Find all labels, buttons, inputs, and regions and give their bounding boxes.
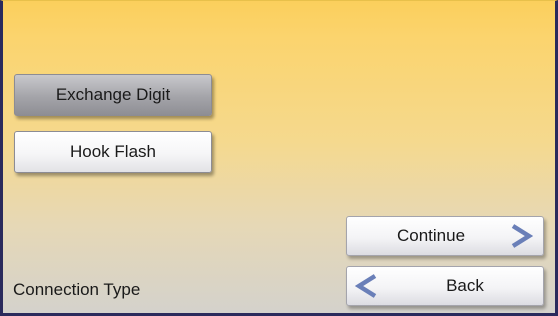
exchange-digit-label: Exchange Digit bbox=[55, 85, 171, 104]
back-label: Back bbox=[446, 276, 484, 295]
chevron-right-icon bbox=[511, 224, 533, 248]
screen: Exchange Digit Hook Flash Continue Back … bbox=[0, 0, 558, 316]
hook-flash-button[interactable]: Hook Flash bbox=[14, 131, 212, 173]
exchange-digit-button[interactable]: Exchange Digit bbox=[14, 74, 212, 116]
continue-label: Continue bbox=[396, 226, 466, 245]
hook-flash-label: Hook Flash bbox=[70, 142, 156, 161]
continue-button[interactable]: Continue bbox=[346, 216, 544, 256]
chevron-left-icon bbox=[355, 274, 377, 298]
back-button[interactable]: Back bbox=[346, 266, 544, 306]
connection-type-label: Connection Type bbox=[13, 280, 141, 299]
